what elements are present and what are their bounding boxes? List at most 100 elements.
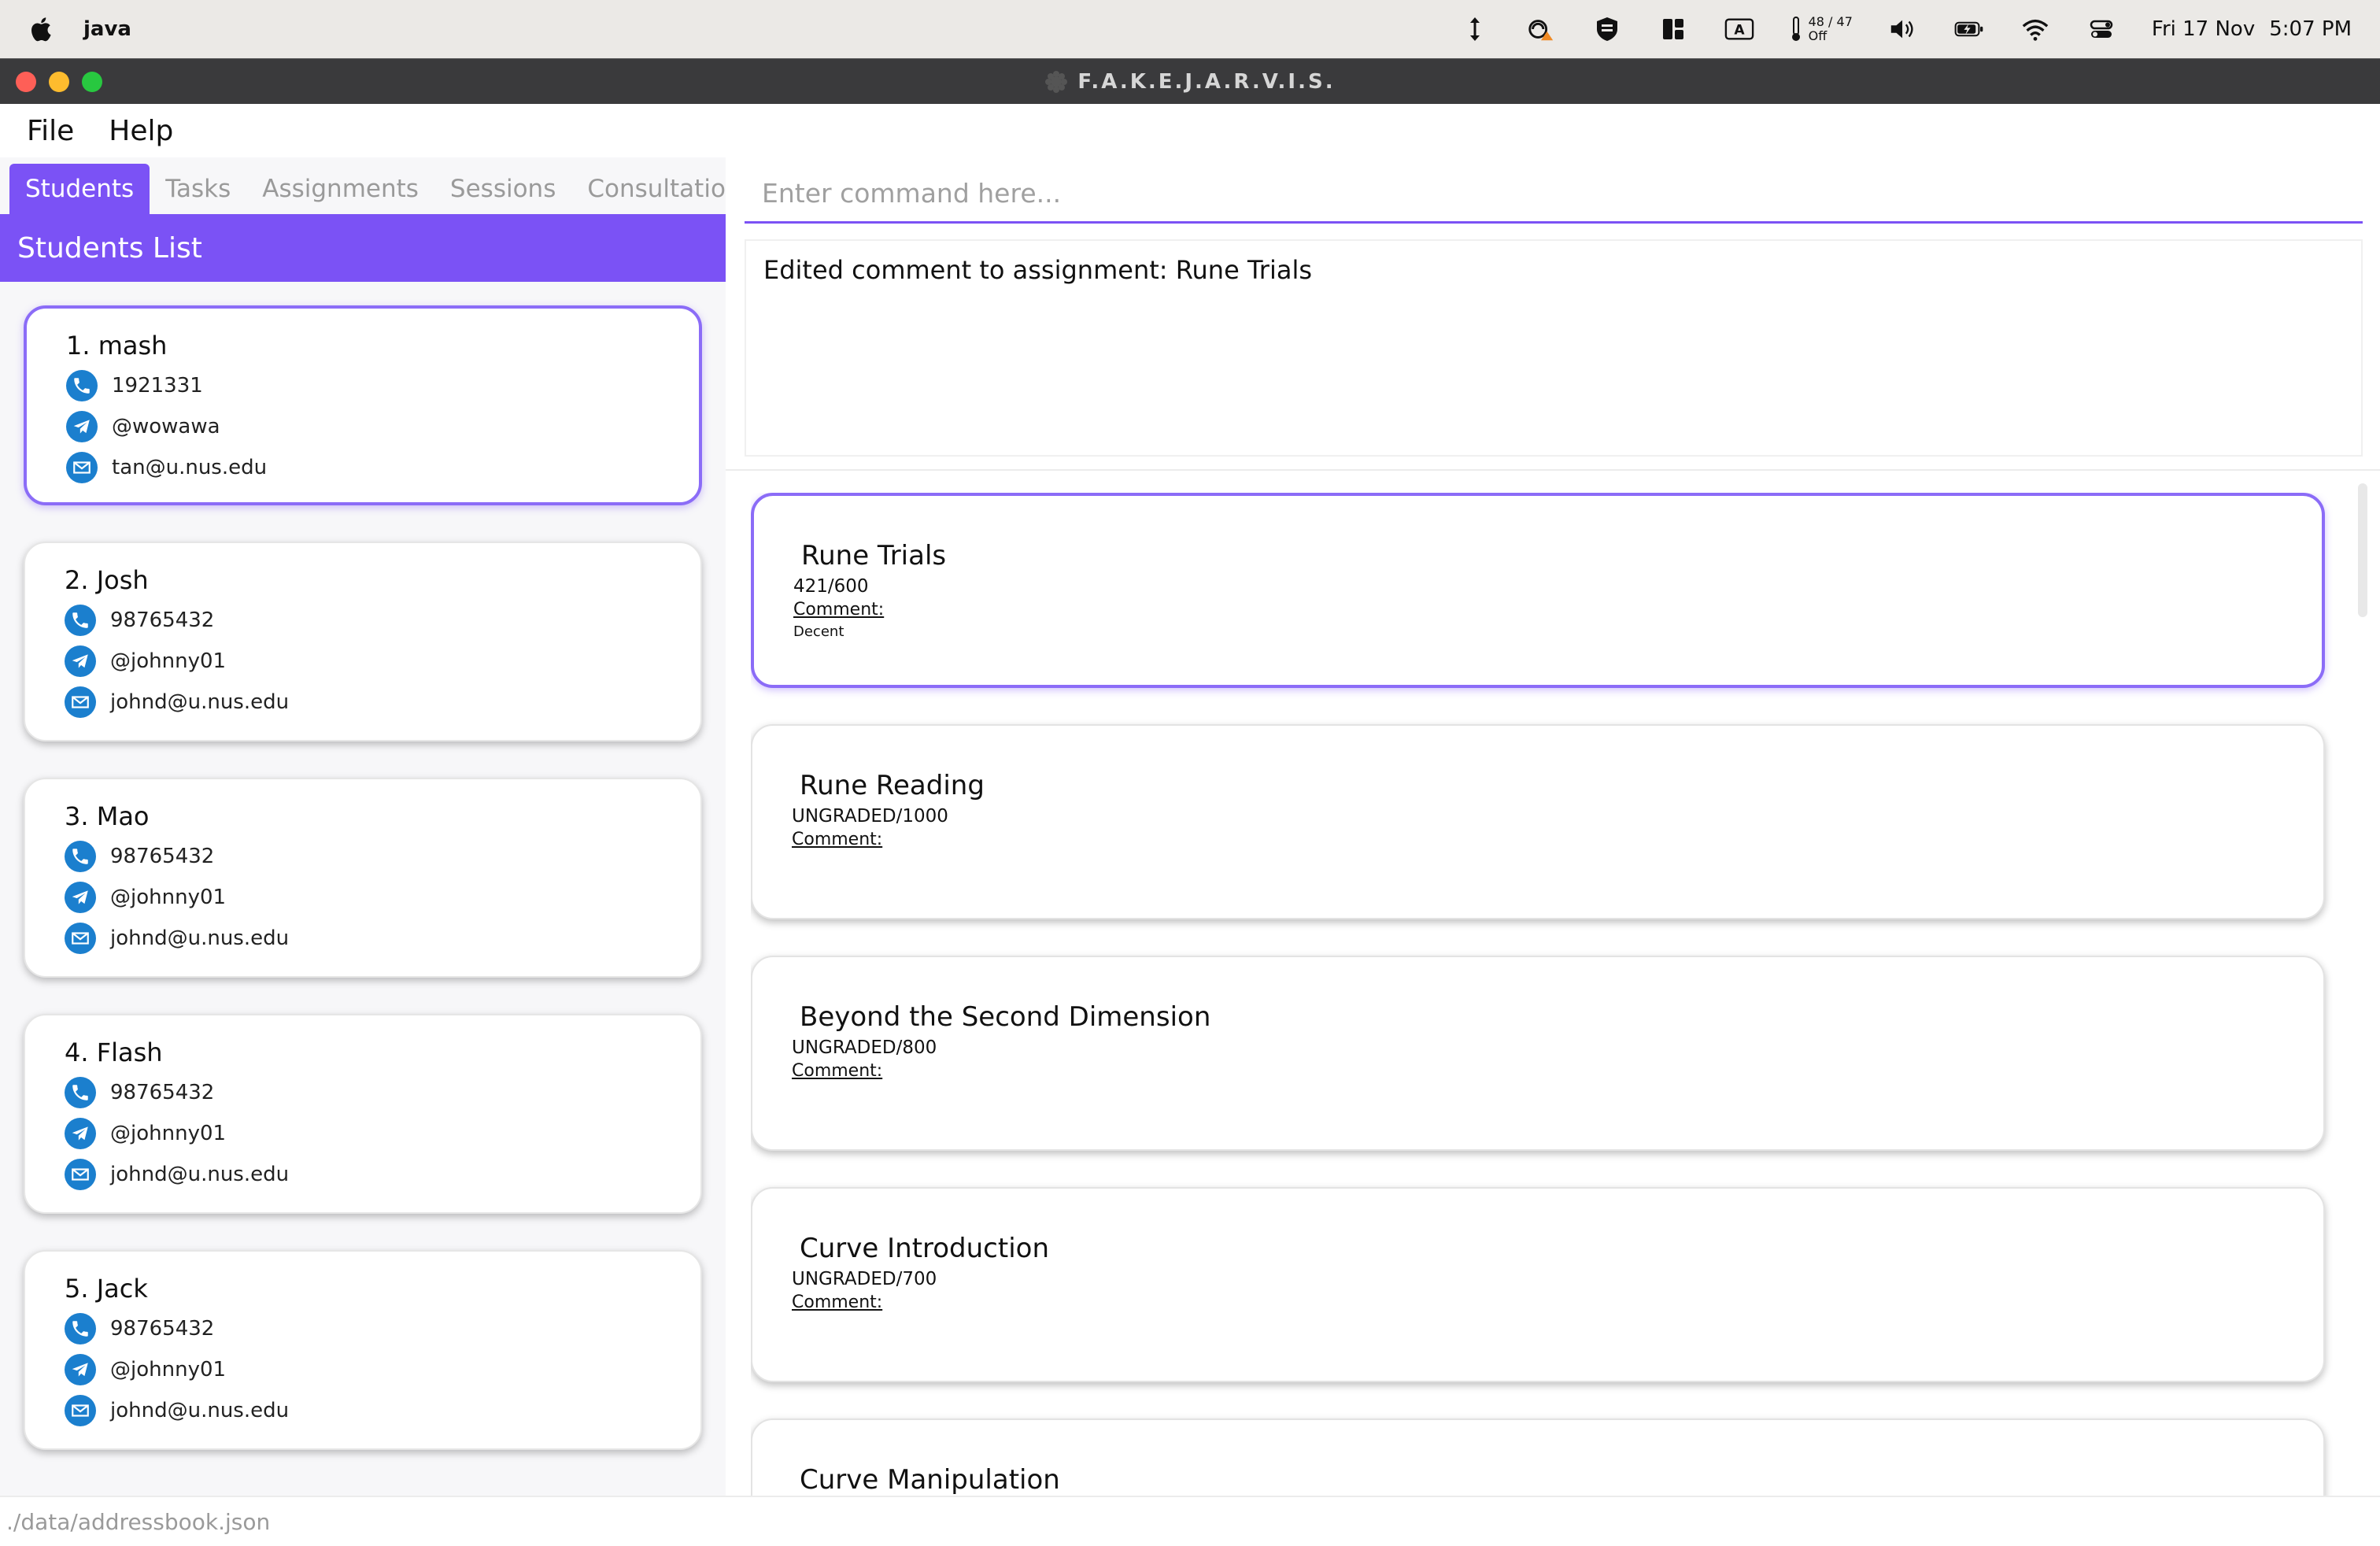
window-title-bar[interactable]: F.A.K.E.J.A.R.V.I.S.: [0, 58, 2380, 104]
app-menu-bar: File Help: [0, 104, 2380, 157]
clock[interactable]: Fri 17 Nov 5:07 PM: [2152, 17, 2352, 41]
student-phone: 98765432: [110, 1081, 215, 1104]
system-menu-bar: java A 48 / 47 Off Fri 17 Nov 5:07 PM: [0, 0, 2380, 58]
student-telegram: @johnny01: [110, 649, 227, 673]
student-card[interactable]: 1. mash 1921331 @wowawa tan@u.nus.edu: [24, 305, 702, 505]
volume-icon[interactable]: [1887, 15, 1919, 43]
assignment-card[interactable]: Rune Reading UNGRADED/1000 Comment:: [751, 724, 2325, 919]
student-telegram: @johnny01: [110, 886, 227, 909]
thermometer-icon: [1791, 17, 1800, 41]
assignment-title: Rune Reading: [800, 770, 985, 801]
close-window-button[interactable]: [16, 72, 36, 92]
assignment-grade: UNGRADED/1000: [792, 806, 948, 827]
active-app-name[interactable]: java: [83, 17, 131, 41]
email-icon: [66, 452, 98, 483]
phone-icon: [65, 841, 96, 872]
tab-students[interactable]: Students: [9, 164, 150, 214]
temperature-sub: Off: [1808, 28, 1828, 43]
assignment-comment: Decent: [793, 623, 844, 640]
wifi-icon[interactable]: [2020, 15, 2051, 43]
student-email: johnd@u.nus.edu: [110, 1163, 290, 1186]
temperature-value: 48 / 47: [1808, 14, 1853, 29]
phone-icon: [65, 1077, 96, 1108]
student-telegram: @wowawa: [112, 415, 220, 438]
window-controls: [16, 72, 102, 92]
assignment-list: Rune Trials 421/600 Comment: Decent Rune…: [751, 493, 2333, 1496]
student-phone: 98765432: [110, 608, 215, 632]
email-icon: [65, 1159, 96, 1190]
student-card[interactable]: 3. Mao 98765432 @johnny01 johnd@u.nus.ed…: [24, 778, 702, 978]
assignment-scrollbar[interactable]: [2358, 475, 2371, 775]
assignment-card[interactable]: Rune Trials 421/600 Comment: Decent: [751, 493, 2325, 688]
window-layout-icon[interactable]: [1658, 15, 1689, 43]
assignment-grade: 421/600: [793, 576, 869, 597]
input-source-icon[interactable]: A: [1724, 15, 1755, 43]
clock-date: Fri 17 Nov: [2151, 17, 2256, 41]
student-phone: 98765432: [110, 1317, 215, 1341]
resize-arrows-icon[interactable]: [1459, 15, 1491, 43]
minimize-window-button[interactable]: [49, 72, 69, 92]
student-list: 1. mash 1921331 @wowawa tan@u.nus.edu 2.…: [24, 305, 705, 1486]
assignment-comment-label: Comment:: [792, 1061, 883, 1081]
assignment-card[interactable]: Beyond the Second Dimension UNGRADED/800…: [751, 956, 2325, 1151]
student-name: 5. Jack: [65, 1274, 148, 1304]
student-telegram: @johnny01: [110, 1122, 227, 1145]
student-email: johnd@u.nus.edu: [110, 1399, 290, 1422]
assignment-card[interactable]: Curve Introduction UNGRADED/700 Comment:: [751, 1187, 2325, 1382]
cloud-sync-warning-icon[interactable]: [1525, 15, 1557, 43]
assignment-title: Beyond the Second Dimension: [800, 1001, 1211, 1033]
tab-tasks[interactable]: Tasks: [150, 164, 246, 214]
student-card[interactable]: 2. Josh 98765432 @johnny01 johnd@u.nus.e…: [24, 542, 702, 742]
command-box: [745, 165, 2363, 224]
menu-help[interactable]: Help: [109, 115, 173, 147]
divider: [726, 469, 2380, 471]
battery-charging-icon[interactable]: [1953, 15, 1985, 43]
student-name: 3. Mao: [65, 801, 150, 831]
telegram-icon: [65, 1118, 96, 1149]
clock-time: 5:07 PM: [2269, 17, 2352, 41]
data-file-path: ./data/addressbook.json: [6, 1508, 271, 1535]
result-display: Edited comment to assignment: Rune Trial…: [745, 239, 2363, 457]
students-list-header: Students List: [0, 214, 726, 282]
assignment-comment-label: Comment:: [792, 1293, 883, 1312]
menu-file[interactable]: File: [27, 115, 74, 147]
input-source-label: A: [1734, 23, 1745, 39]
student-email: johnd@u.nus.edu: [110, 926, 290, 950]
student-card[interactable]: 4. Flash 98765432 @johnny01 johnd@u.nus.…: [24, 1014, 702, 1214]
scrollbar-thumb[interactable]: [2358, 483, 2367, 617]
right-panel: Edited comment to assignment: Rune Trial…: [726, 157, 2380, 1496]
email-icon: [65, 923, 96, 954]
shield-icon[interactable]: [1591, 15, 1623, 43]
maximize-window-button[interactable]: [82, 72, 102, 92]
student-email: johnd@u.nus.edu: [110, 690, 290, 714]
telegram-icon: [65, 645, 96, 677]
student-name: 2. Josh: [65, 565, 149, 595]
temperature-widget[interactable]: 48 / 47 Off: [1790, 15, 1853, 43]
window-title: F.A.K.E.J.A.R.V.I.S.: [1077, 69, 1336, 94]
app-logo-icon: [1045, 70, 1068, 93]
student-email: tan@u.nus.edu: [112, 456, 268, 479]
phone-icon: [65, 605, 96, 636]
command-input[interactable]: [762, 178, 2363, 209]
tab-assignments[interactable]: Assignments: [246, 164, 434, 214]
tab-bar: Students Tasks Assignments Sessions Cons…: [9, 164, 770, 214]
student-name: 4. Flash: [65, 1037, 163, 1067]
telegram-icon: [65, 882, 96, 913]
status-bar: ./data/addressbook.json: [0, 1496, 2380, 1546]
assignment-card[interactable]: Curve Manipulation: [751, 1418, 2325, 1496]
student-card[interactable]: 5. Jack 98765432 @johnny01 johnd@u.nus.e…: [24, 1250, 702, 1450]
apple-logo-icon[interactable]: [28, 15, 52, 43]
telegram-icon: [65, 1354, 96, 1385]
assignment-title: Curve Manipulation: [800, 1464, 1060, 1496]
phone-icon: [66, 370, 98, 401]
email-icon: [65, 686, 96, 718]
assignment-comment-label: Comment:: [793, 600, 885, 620]
telegram-icon: [66, 411, 98, 442]
assignment-title: Rune Trials: [801, 540, 947, 571]
student-phone: 1921331: [112, 374, 203, 398]
student-name: 1. mash: [66, 331, 168, 361]
assignment-comment-label: Comment:: [792, 830, 883, 849]
tab-sessions[interactable]: Sessions: [434, 164, 571, 214]
control-center-icon[interactable]: [2086, 15, 2117, 43]
student-telegram: @johnny01: [110, 1358, 227, 1381]
